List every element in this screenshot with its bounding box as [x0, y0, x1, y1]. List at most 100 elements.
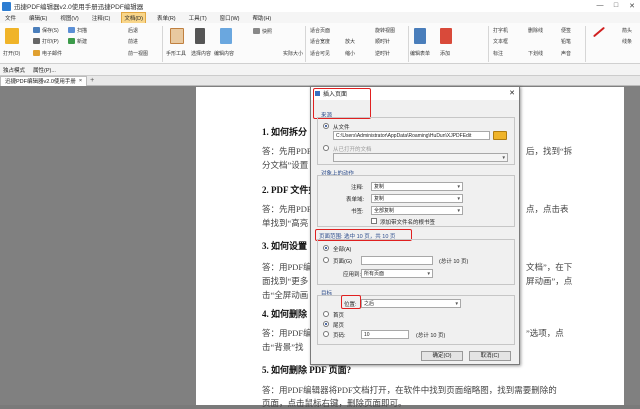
exclusive-mode-button[interactable]: 独占模式 [3, 66, 25, 74]
para-1a: 答：先用PDF [262, 146, 312, 156]
window-title: 迅捷PDF编辑器v2.0使用手册迅捷PDF编辑器 [14, 4, 144, 11]
menu-view[interactable]: 视图(V) [58, 13, 80, 23]
last-page-radio[interactable] [323, 321, 329, 327]
save-icon[interactable] [33, 27, 40, 33]
comments-select[interactable]: 复制 ▼ [371, 182, 463, 191]
new-button[interactable]: 新建 [77, 38, 87, 45]
zoom-in-button[interactable]: 放大 [345, 38, 355, 45]
menu-window[interactable]: 窗口(W) [218, 13, 242, 23]
menu-form[interactable]: 表单(R) [155, 13, 178, 23]
rotate-ccw-button[interactable]: 逆时针 [375, 50, 390, 57]
document-tab[interactable]: 迅捷PDF编辑器v2.0使用手册 × [0, 75, 88, 86]
new-icon[interactable] [68, 38, 75, 44]
menu-file[interactable]: 文件 [3, 13, 18, 23]
dropdown-arrow-icon[interactable]: ▼ [457, 195, 461, 202]
from-file-radio[interactable] [323, 123, 329, 129]
new-tab-icon[interactable]: + [90, 77, 94, 84]
hand-tool-button[interactable]: 手形工具 [166, 50, 186, 57]
snapshot-button[interactable]: 快照 [262, 28, 272, 35]
dropdown-arrow-icon[interactable]: ▼ [455, 300, 459, 307]
select-cursor-icon[interactable] [195, 28, 205, 44]
actual-size-button[interactable]: 实际大小 [283, 50, 303, 57]
close-icon[interactable]: ✕ [624, 2, 640, 10]
scan-button[interactable]: 扫描 [77, 27, 87, 34]
para-4a: 答：用PDF编 [262, 328, 312, 338]
edit-content-button[interactable]: 编辑内容 [214, 50, 234, 57]
all-pages-label: 全部(A) [333, 247, 352, 253]
page-number-input[interactable]: 10 [361, 330, 409, 339]
menu-comment[interactable]: 注释(C) [90, 13, 113, 23]
heading-1: 1. 如何拆分 [262, 127, 308, 137]
page-number-radio[interactable] [323, 331, 329, 337]
sticky-note-button[interactable]: 便签 [561, 27, 571, 34]
rotate-cw-button[interactable]: 顺时针 [375, 38, 390, 45]
all-pages-radio[interactable] [323, 245, 329, 251]
typewriter-button[interactable]: 打字机 [493, 27, 508, 34]
underline-button[interactable]: 下划线 [528, 50, 543, 57]
properties-button[interactable]: 属性(P)... [33, 66, 56, 74]
forms-select[interactable]: 复制 ▼ [371, 194, 463, 203]
select-content-button[interactable]: 选择内容 [191, 50, 211, 57]
cancel-button[interactable]: 取消(C) [469, 351, 511, 361]
fit-visible-button[interactable]: 适合可见 [310, 50, 330, 57]
open-doc-select[interactable]: ▼ [333, 153, 508, 162]
menu-help[interactable]: 帮助(H) [251, 13, 274, 23]
sound-button[interactable]: 声音 [561, 50, 571, 57]
open-button[interactable]: 打开(O) [3, 50, 20, 57]
menu-tools[interactable]: 工具(T) [187, 13, 209, 23]
fit-width-button[interactable]: 适合宽度 [310, 38, 330, 45]
para-1b: 分文档”设置 [262, 160, 309, 170]
edit-form-icon[interactable] [414, 28, 426, 44]
email-icon[interactable] [33, 50, 40, 56]
add-bookmark-checkbox[interactable] [371, 218, 377, 224]
from-open-doc-radio[interactable] [323, 145, 329, 151]
dropdown-arrow-icon[interactable]: ▼ [427, 270, 431, 277]
open-folder-icon[interactable] [5, 28, 19, 44]
rotate-view-button[interactable]: 旋转视图 [375, 27, 395, 34]
apply-to-select[interactable]: 所有页面 ▼ [361, 269, 433, 278]
hand-tool-icon[interactable] [170, 28, 184, 44]
first-page-radio[interactable] [323, 311, 329, 317]
browse-folder-icon[interactable] [493, 131, 507, 140]
dropdown-arrow-icon[interactable]: ▼ [457, 207, 461, 214]
add-button[interactable]: 添加 [440, 50, 450, 57]
snapshot-icon[interactable] [253, 28, 260, 34]
save-button[interactable]: 保存(S) [42, 27, 59, 34]
fit-page-button[interactable]: 适合页面 [310, 27, 330, 34]
pencil-button[interactable]: 铅笔 [561, 38, 571, 45]
add-bookmark-label: 添加带文件名的根书签 [380, 220, 436, 226]
file-path-input[interactable]: C:\Users\Administrator\AppData\Roaming\H… [333, 131, 490, 140]
dropdown-arrow-icon[interactable]: ▼ [457, 183, 461, 190]
minimize-icon[interactable]: — [592, 2, 608, 10]
prev-view-button[interactable]: 前一视图 [128, 50, 148, 57]
maximize-icon[interactable]: □ [608, 2, 624, 10]
ok-button[interactable]: 确定(O) [421, 351, 463, 361]
pages-input[interactable] [361, 256, 433, 265]
arrow-icon[interactable] [592, 26, 606, 38]
bookmarks-select[interactable]: 全部复制 ▼ [371, 206, 463, 215]
callout-button[interactable]: 标注 [493, 50, 503, 57]
forward-button[interactable]: 前进 [128, 38, 138, 45]
first-page-label: 首页 [333, 313, 345, 319]
zoom-out-button[interactable]: 缩小 [345, 50, 355, 57]
edit-content-icon[interactable] [220, 28, 232, 44]
pages-radio[interactable] [323, 257, 329, 263]
print-icon[interactable] [33, 38, 40, 44]
edit-form-button[interactable]: 编辑表单 [410, 50, 430, 57]
textbox-button[interactable]: 文本框 [493, 38, 508, 45]
line-button[interactable]: 线条 [622, 38, 632, 45]
scan-icon[interactable] [68, 27, 75, 33]
arrow-button[interactable]: 箭头 [622, 27, 632, 34]
tab-close-icon[interactable]: × [79, 78, 82, 84]
insert-page-icon[interactable] [440, 28, 452, 44]
menu-document[interactable]: 文档(D) [121, 11, 146, 24]
back-button[interactable]: 后退 [128, 27, 138, 34]
para-4b: 击“背景”找 [262, 342, 304, 352]
email-button[interactable]: 电子邮件 [42, 50, 62, 57]
dialog-close-icon[interactable]: ✕ [509, 89, 515, 97]
print-button[interactable]: 打印(P) [42, 38, 59, 45]
strikeout-button[interactable]: 删除线 [528, 27, 543, 34]
page-number-total: (总计 10 页) [416, 333, 446, 339]
menu-edit[interactable]: 编辑(E) [27, 13, 49, 23]
position-select[interactable]: 之后 ▼ [361, 299, 461, 308]
